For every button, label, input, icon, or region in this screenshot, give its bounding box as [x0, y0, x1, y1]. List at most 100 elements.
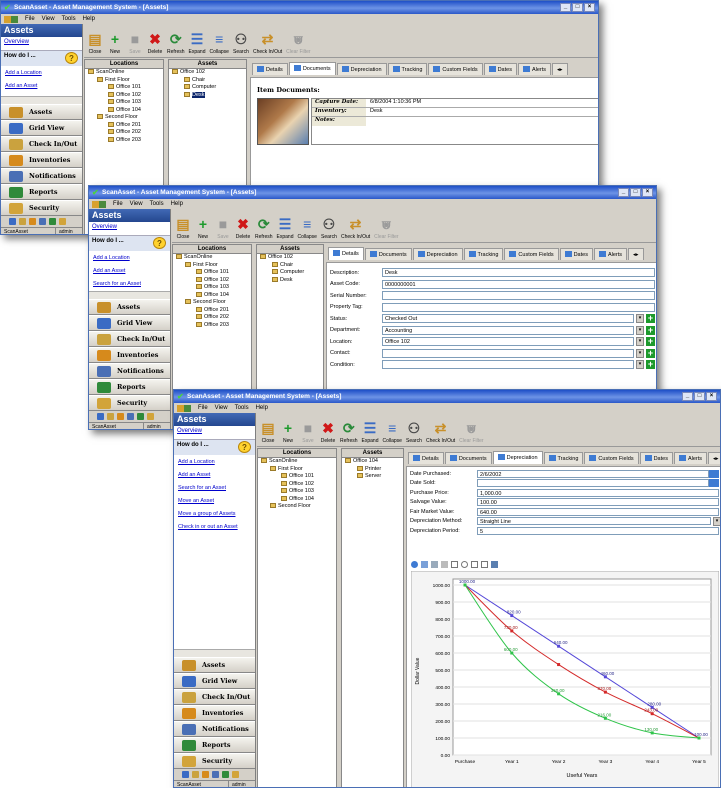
location-node[interactable]: Office 201 [85, 121, 163, 130]
asset-node[interactable]: Desk [169, 91, 246, 100]
tab-dates[interactable]: Dates [559, 248, 593, 260]
field-input[interactable]: 640.00 [477, 507, 719, 516]
chart-palette-icon[interactable] [431, 560, 438, 568]
mini-nav-icon[interactable] [192, 771, 199, 778]
mini-nav-icon[interactable] [147, 413, 154, 420]
nav-button-check-in-out[interactable]: Check In/Out [89, 331, 170, 347]
calendar-icon[interactable] [709, 469, 719, 478]
refresh-button[interactable]: ⟳ Refresh [255, 217, 273, 241]
asset-node[interactable]: Computer [169, 84, 246, 92]
tab-custom-fields[interactable]: Custom Fields [428, 63, 483, 75]
clear-filter-button[interactable]: ⩐ Clear Filter [459, 421, 483, 445]
tab-documents[interactable]: Documents [288, 62, 336, 75]
tab-depreciation[interactable]: Depreciation [336, 63, 387, 75]
location-node[interactable]: Office 102 [85, 91, 163, 100]
mini-nav-icon[interactable] [127, 413, 134, 420]
add-icon[interactable]: + [646, 325, 655, 335]
tab-alerts[interactable]: Alerts [673, 452, 708, 464]
field-input[interactable]: Checked Out [382, 314, 634, 324]
chart-3d-icon[interactable] [491, 560, 498, 568]
mini-nav-icon[interactable] [19, 218, 26, 225]
tab-custom-fields[interactable]: Custom Fields [584, 452, 639, 464]
location-node[interactable]: Second Floor [258, 503, 336, 511]
help-icon[interactable]: ? [153, 237, 166, 249]
location-node[interactable]: First Floor [173, 261, 251, 270]
menu-file[interactable]: File [25, 16, 35, 22]
save-button[interactable]: ■ Save [127, 32, 143, 56]
mini-nav-icon[interactable] [49, 218, 56, 225]
overview-link[interactable]: Overview [1, 37, 82, 50]
nav-button-grid-view[interactable]: Grid View [89, 315, 170, 331]
menu-tools[interactable]: Tools [235, 405, 249, 411]
close-button[interactable]: ▤ Close [87, 32, 103, 56]
field-input[interactable]: 100.00 [477, 498, 719, 507]
location-node[interactable]: Second Floor [173, 299, 251, 307]
mini-nav-icon[interactable] [222, 771, 229, 778]
location-node[interactable]: Office 101 [85, 84, 163, 92]
mini-nav-icon[interactable] [117, 413, 124, 420]
location-node[interactable]: First Floor [85, 76, 163, 85]
nav-button-check-in-out[interactable]: Check In/Out [174, 689, 255, 705]
link-check-in-out[interactable]: Check in or out an Asset [174, 520, 255, 533]
collapse-button[interactable]: ≡ Collapse [209, 32, 228, 56]
location-node[interactable]: Office 104 [258, 495, 336, 504]
tab-documents[interactable]: Documents [364, 248, 412, 260]
location-node[interactable]: ScanOnline [85, 69, 163, 77]
expand-button[interactable]: ☰ Expand [362, 421, 379, 445]
chart-zoom-icon[interactable] [461, 560, 468, 568]
nav-button-check-in-out[interactable]: Check In/Out [1, 136, 82, 152]
search-button[interactable]: ⚇ Search [406, 421, 422, 445]
tab-alerts[interactable]: Alerts [593, 248, 628, 260]
expand-button[interactable]: ☰ Expand [277, 217, 294, 241]
chevron-down-icon[interactable]: ▾ [636, 360, 644, 370]
clear-filter-button[interactable]: ⩐ Clear Filter [374, 217, 398, 241]
maximize-button[interactable]: □ [694, 392, 705, 401]
asset-node[interactable]: Server [342, 473, 403, 481]
location-node[interactable]: Office 104 [85, 106, 163, 115]
asset-node[interactable]: Computer [257, 269, 323, 277]
nav-button-security[interactable]: Security [1, 200, 82, 216]
asset-node[interactable]: Desk [257, 276, 323, 285]
tab-scroll-arrows[interactable]: ◂▸ [628, 248, 644, 260]
menu-help[interactable]: Help [171, 201, 183, 207]
search-button[interactable]: ⚇ Search [233, 32, 249, 56]
nav-button-security[interactable]: Security [174, 753, 255, 769]
field-input[interactable] [382, 291, 655, 301]
tab-details[interactable]: Details [328, 247, 364, 260]
menu-help[interactable]: Help [83, 16, 95, 22]
chevron-down-icon[interactable]: ▾ [713, 516, 720, 526]
overview-link[interactable]: Overview [89, 222, 170, 235]
location-node[interactable]: Office 102 [173, 276, 251, 285]
search-button[interactable]: ⚇ Search [321, 217, 337, 241]
location-node[interactable]: Office 103 [173, 284, 251, 292]
link-move-asset[interactable]: Move an Asset [174, 494, 255, 507]
menu-view[interactable]: View [42, 16, 55, 22]
location-node[interactable]: Office 201 [173, 306, 251, 315]
field-input[interactable]: Desk [382, 268, 655, 278]
nav-button-reports[interactable]: Reports [89, 379, 170, 395]
new-button[interactable]: + New [195, 217, 211, 241]
add-icon[interactable]: + [646, 337, 655, 347]
location-node[interactable]: Office 103 [258, 488, 336, 496]
tab-details[interactable]: Details [408, 452, 444, 464]
mini-nav-icon[interactable] [39, 218, 46, 225]
nav-button-inventories[interactable]: Inventories [1, 152, 82, 168]
nav-scrollbar[interactable] [89, 291, 170, 299]
tab-documents[interactable]: Documents [444, 452, 492, 464]
nav-button-inventories[interactable]: Inventories [174, 705, 255, 721]
chart-legend-icon[interactable] [441, 560, 448, 568]
minimize-button[interactable]: _ [560, 3, 571, 12]
link-move-group[interactable]: Move a group of Assets [174, 507, 255, 520]
save-button[interactable]: ■ Save [300, 421, 316, 445]
add-icon[interactable]: + [646, 360, 655, 370]
tab-tracking[interactable]: Tracking [543, 452, 584, 464]
close-button[interactable]: × [642, 188, 653, 197]
tab-details[interactable]: Details [252, 63, 288, 75]
chevron-down-icon[interactable]: ▾ [636, 314, 644, 324]
mini-nav-icon[interactable] [9, 218, 16, 225]
tab-scroll-arrows[interactable]: ◂▸ [708, 452, 720, 464]
close-button[interactable]: ▤ Close [260, 421, 276, 445]
chevron-down-icon[interactable]: ▾ [636, 325, 644, 335]
check-in-out-button[interactable]: ⇄ Check In/Out [253, 32, 282, 56]
field-input[interactable]: 1,000.00 [477, 488, 719, 497]
